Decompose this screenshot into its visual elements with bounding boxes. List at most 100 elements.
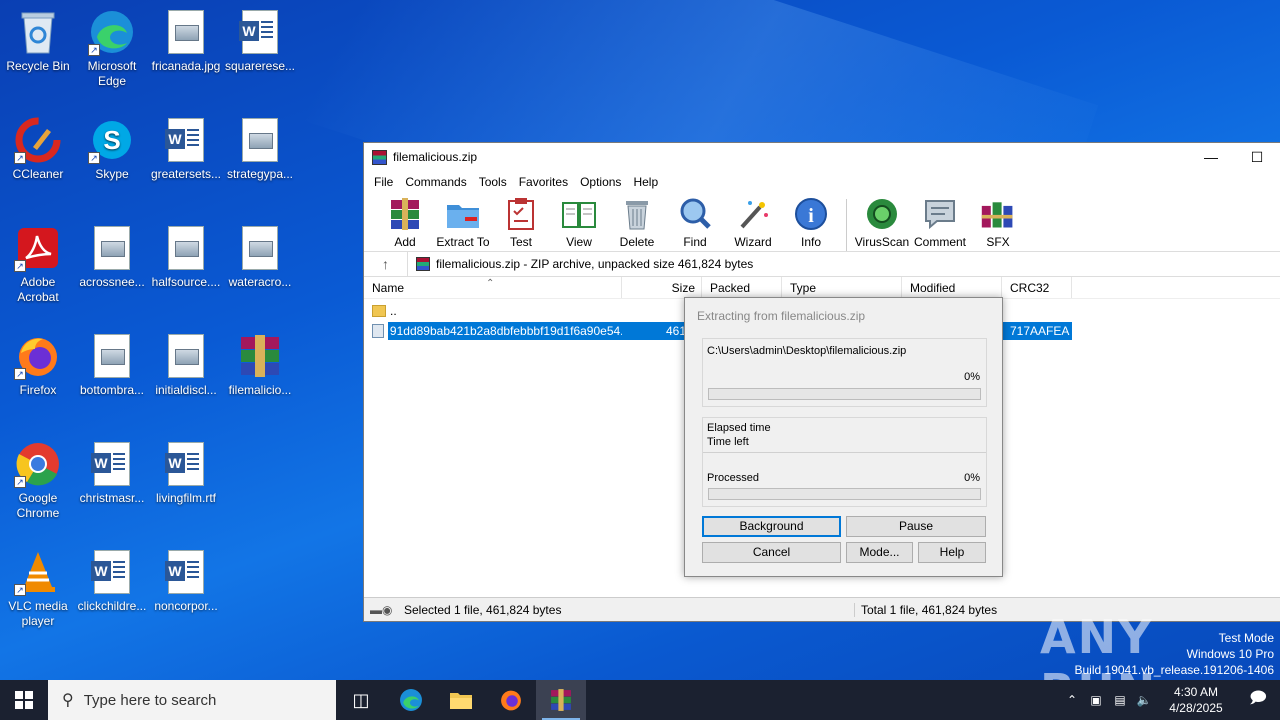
winrar-icon xyxy=(236,332,284,380)
extract-to-button[interactable]: Extract To xyxy=(434,197,492,249)
column-modified[interactable]: Modified xyxy=(902,277,1002,298)
desktop-icon-label: Recycle Bin xyxy=(6,59,70,73)
word-doc-icon: W xyxy=(91,550,130,594)
drive-icon: ▬◉ xyxy=(370,602,393,617)
file-icon xyxy=(372,324,384,338)
minimize-button[interactable]: — xyxy=(1188,143,1234,171)
desktop-icon-label: christmasr... xyxy=(79,491,145,505)
menu-commands[interactable]: Commands xyxy=(399,175,472,189)
virusscan-button[interactable]: VirusScan xyxy=(853,197,911,249)
column-packed[interactable]: Packed xyxy=(702,277,782,298)
desktop-icon-label: filemalicio... xyxy=(228,383,292,397)
desktop-icon-label: initialdiscl... xyxy=(155,383,217,397)
status-selected: Selected 1 file, 461,824 bytes xyxy=(404,602,562,617)
virus-scan-icon xyxy=(864,197,900,231)
column-type[interactable]: Type xyxy=(782,277,902,298)
column-name[interactable]: Name ⌃ xyxy=(364,277,622,298)
desktop-icon-label: VLC media player xyxy=(8,599,68,628)
info-button[interactable]: i Info xyxy=(782,197,840,249)
pause-button[interactable]: Pause xyxy=(846,516,986,537)
desktop-icon-wateracro[interactable]: wateracro... xyxy=(222,224,298,290)
image-file-icon xyxy=(94,226,130,270)
archive-path-label: C:\Users\admin\Desktop\filemalicious.zip xyxy=(707,345,907,357)
file-percent: 0% xyxy=(964,371,980,383)
test-button[interactable]: Test xyxy=(492,197,550,249)
desktop-icon-label: noncorpor... xyxy=(154,599,218,613)
desktop-icon-clickchildre[interactable]: W clickchildre... xyxy=(74,548,150,614)
desktop-icon-squarerese[interactable]: W squarerese... xyxy=(222,8,298,74)
word-doc-icon: W xyxy=(165,550,204,594)
desktop-icon-recycle-bin[interactable]: Recycle Bin xyxy=(0,8,76,74)
desktop-icon-livingfilm[interactable]: W livingfilm.rtf xyxy=(148,440,224,506)
menu-file[interactable]: File xyxy=(368,175,399,189)
network-icon[interactable]: ▤ xyxy=(1108,693,1132,707)
volume-icon[interactable]: 🔈 xyxy=(1132,693,1156,707)
desktop-icon-christmasr[interactable]: W christmasr... xyxy=(74,440,150,506)
shortcut-arrow-icon: ↗ xyxy=(14,476,26,488)
processed-progress-bar xyxy=(708,488,981,500)
task-view-icon: ◫ xyxy=(352,689,370,710)
taskbar-winrar[interactable] xyxy=(536,680,586,720)
desktop-icon-firefox[interactable]: ↗ Firefox xyxy=(0,332,76,398)
chrome-icon: ↗ xyxy=(14,440,62,488)
taskbar-edge[interactable] xyxy=(386,680,436,720)
desktop-icon-chrome[interactable]: ↗ Google Chrome xyxy=(0,440,76,521)
desktop-icon-label: fricanada.jpg xyxy=(151,59,221,73)
desktop-icon-initialdiscl[interactable]: initialdiscl... xyxy=(148,332,224,398)
sfx-button[interactable]: SFX xyxy=(969,197,1027,249)
desktop-icon-strategypa[interactable]: strategypa... xyxy=(222,116,298,182)
desktop-icon-skype[interactable]: S ↗ Skype xyxy=(74,116,150,182)
clock[interactable]: 4:30 AM 4/28/2025 xyxy=(1156,684,1236,716)
window-titlebar[interactable]: filemalicious.zip — ☐ xyxy=(364,143,1280,171)
chevron-up-icon[interactable]: ⌃ xyxy=(1060,693,1084,707)
menu-tools[interactable]: Tools xyxy=(473,175,513,189)
device-icon[interactable]: ▣ xyxy=(1084,693,1108,707)
desktop-icon-acrossnee[interactable]: acrossnee... xyxy=(74,224,150,290)
time-progress-group: Elapsed time Time left Processed 0% xyxy=(702,417,987,507)
desktop-icon-ccleaner[interactable]: ↗ CCleaner xyxy=(0,116,76,182)
desktop-icon-acrobat[interactable]: ↗ Adobe Acrobat xyxy=(0,224,76,305)
folder-icon xyxy=(372,305,386,317)
menu-help[interactable]: Help xyxy=(627,175,664,189)
desktop-icon-fricanada[interactable]: fricanada.jpg xyxy=(148,8,224,74)
up-arrow-icon[interactable]: ↑ xyxy=(364,252,408,276)
delete-button[interactable]: Delete xyxy=(608,197,666,249)
word-doc-icon: W xyxy=(165,118,204,162)
magnifier-icon xyxy=(677,197,713,231)
help-button[interactable]: Help xyxy=(918,542,986,563)
background-button[interactable]: Background xyxy=(702,516,841,537)
comment-button[interactable]: Comment xyxy=(911,197,969,249)
menu-bar: File Commands Tools Favorites Options He… xyxy=(364,171,1280,193)
desktop-icon-vlc[interactable]: ↗ VLC media player xyxy=(0,548,76,629)
start-button[interactable] xyxy=(0,680,48,720)
maximize-button[interactable]: ☐ xyxy=(1234,143,1280,171)
taskbar-file-explorer[interactable] xyxy=(436,680,486,720)
desktop-icon-bottombra[interactable]: bottombra... xyxy=(74,332,150,398)
wizard-button[interactable]: Wizard xyxy=(724,197,782,249)
desktop-icon-greatersets[interactable]: W greatersets... xyxy=(148,116,224,182)
desktop-icon-edge[interactable]: ↗ Microsoft Edge xyxy=(74,8,150,89)
add-button[interactable]: Add xyxy=(376,197,434,249)
taskbar-search-box[interactable]: ⚲ Type here to search xyxy=(48,680,336,720)
task-view-button[interactable]: ◫ xyxy=(336,680,386,720)
clipboard-check-icon xyxy=(503,197,539,231)
column-crc32[interactable]: CRC32 xyxy=(1002,277,1072,298)
desktop-icon-filemalicious[interactable]: filemalicio... xyxy=(222,332,298,398)
desktop-icon-halfsource[interactable]: halfsource.... xyxy=(148,224,224,290)
find-button[interactable]: Find xyxy=(666,197,724,249)
archive-path[interactable]: filemalicious.zip - ZIP archive, unpacke… xyxy=(408,257,753,271)
desktop-icon-noncorpor[interactable]: W noncorpor... xyxy=(148,548,224,614)
menu-favorites[interactable]: Favorites xyxy=(513,175,574,189)
column-size[interactable]: Size xyxy=(622,277,702,298)
extract-progress-dialog: Extracting from filemalicious.zip C:\Use… xyxy=(684,297,1003,577)
acrobat-icon: ↗ xyxy=(14,224,62,272)
cancel-button[interactable]: Cancel xyxy=(702,542,841,563)
mode-button[interactable]: Mode... xyxy=(846,542,913,563)
view-button[interactable]: View xyxy=(550,197,608,249)
search-icon: ⚲ xyxy=(62,692,74,709)
desktop-icon-label: CCleaner xyxy=(12,167,64,181)
search-placeholder: Type here to search xyxy=(83,691,217,709)
taskbar-firefox[interactable] xyxy=(486,680,536,720)
menu-options[interactable]: Options xyxy=(574,175,627,189)
notification-icon[interactable]: 🗩 xyxy=(1236,687,1280,714)
